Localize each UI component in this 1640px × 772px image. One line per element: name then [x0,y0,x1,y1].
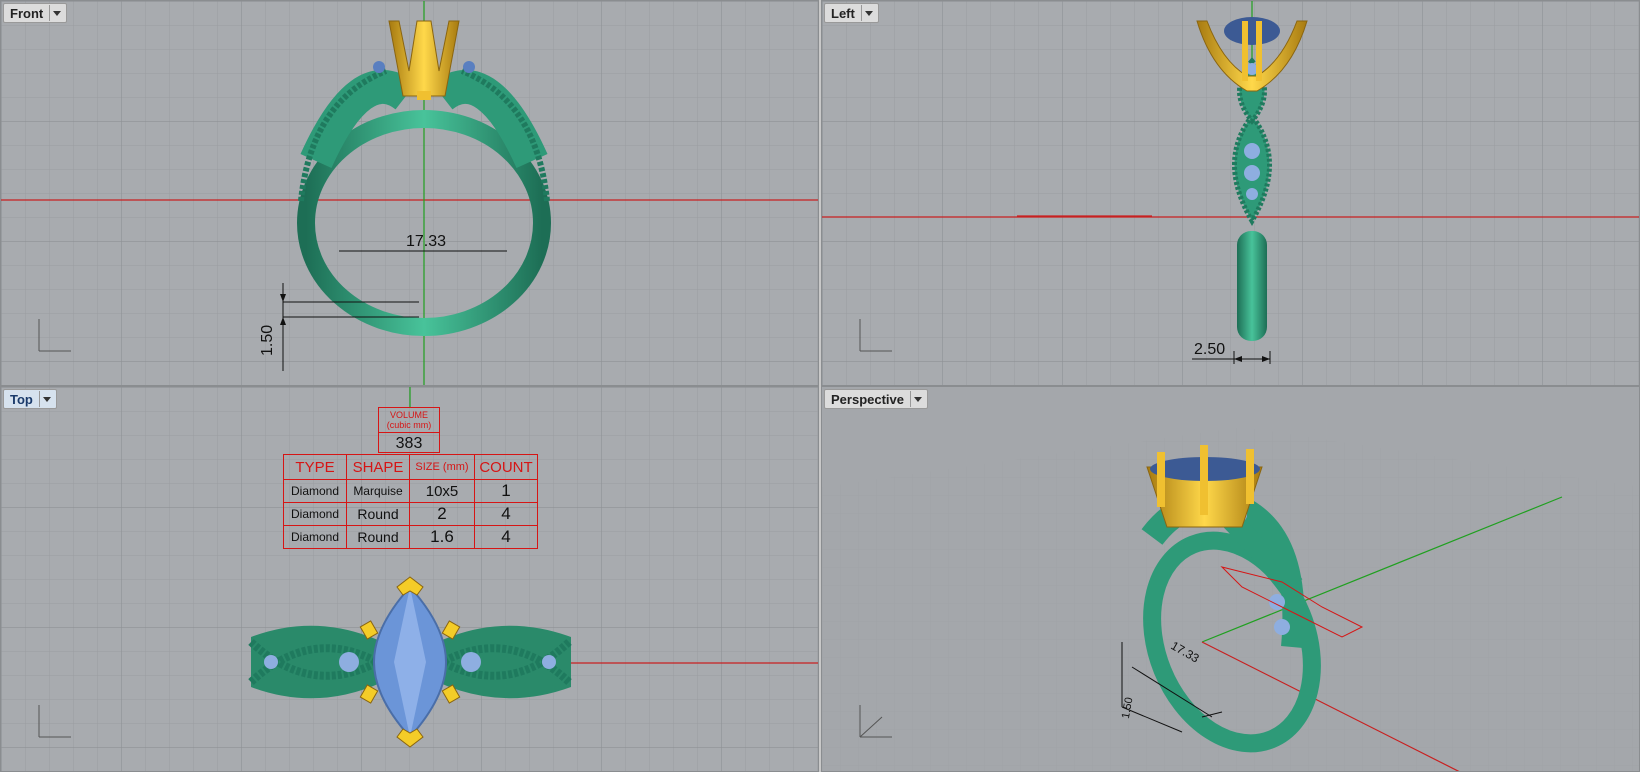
cell: 1 [474,479,538,503]
dim-front-width: 17.33 [406,233,447,250]
header-type: TYPE [283,454,347,480]
tab-perspective[interactable]: Perspective [824,389,928,409]
cell: Round [346,502,410,526]
cell: 10x5 [409,479,475,503]
tab-front-label: Front [10,5,44,21]
cell: Diamond [283,502,347,526]
front-scene [1,1,818,385]
table-row: Diamond Marquise 10x5 1 [283,479,538,503]
table-row: Diamond Round 1.6 4 [283,525,538,549]
tab-front[interactable]: Front [3,3,68,23]
volume-value: 383 [379,432,439,453]
cell: Marquise [346,479,410,503]
dim-front-thickness: 1.50 [259,324,276,356]
chevron-down-icon[interactable] [910,391,925,407]
header-count: COUNT [474,454,538,480]
chevron-down-icon[interactable] [38,391,54,407]
tab-left-label: Left [831,5,855,21]
viewport-front[interactable]: Front 17.33 1.50 [0,0,819,386]
perspective-scene [822,387,1639,771]
viewport-left[interactable]: Left 2.50 [821,0,1640,386]
dim-left-width: 2.50 [1194,341,1226,358]
volume-unit: (cubic mm) [386,420,432,430]
tab-top-label: Top [10,391,33,407]
table-header-row: TYPE SHAPE SIZE (mm) COUNT [283,454,538,480]
viewport-top[interactable]: Top VOLUME (cubic mm) 383 TYPE SHAPE SIZ… [0,386,819,772]
volume-box: VOLUME (cubic mm) 383 [378,407,440,453]
header-size: SIZE (mm) [409,454,475,480]
cell: 4 [474,502,538,526]
chevron-down-icon[interactable] [49,5,64,21]
table-row: Diamond Round 2 4 [283,502,538,526]
tab-left[interactable]: Left [824,3,879,23]
viewport-perspective[interactable]: Perspective 17.33 1.50 [821,386,1640,772]
tab-top[interactable]: Top [3,389,57,409]
left-scene [822,1,1639,385]
cell: 4 [474,525,538,549]
cell: 2 [409,502,475,526]
cell: Diamond [283,479,347,503]
tab-perspective-label: Perspective [831,391,904,407]
cell: Round [346,525,410,549]
cell: Diamond [283,525,347,549]
stone-table: TYPE SHAPE SIZE (mm) COUNT Diamond Marqu… [283,454,538,549]
header-shape: SHAPE [346,454,410,480]
cell: 1.6 [409,525,475,549]
chevron-down-icon[interactable] [860,5,876,21]
volume-title: VOLUME [389,410,428,420]
